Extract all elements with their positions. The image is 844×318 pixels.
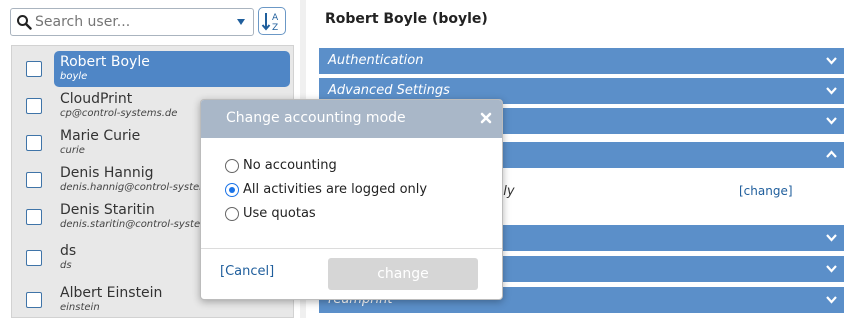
svg-text:Z: Z [272,23,278,33]
section-authentication[interactable]: Authentication [319,48,844,74]
radio-button-checked[interactable] [225,183,239,197]
search-input[interactable] [35,12,225,32]
chevron-down-icon [826,265,837,273]
user-name: Albert Einstein [60,285,163,301]
option-label: All activities are logged only [243,182,428,197]
user-checkbox[interactable] [26,250,42,266]
chevron-up-icon [826,150,837,158]
change-accounting-link[interactable]: [change] [739,184,793,198]
option-label: No accounting [243,158,337,173]
dialog-titlebar: Change accounting mode [201,100,502,138]
user-login: ds [60,260,72,271]
search-icon [17,15,32,30]
chevron-down-icon [826,296,837,304]
radio-button[interactable] [225,159,239,173]
chevron-down-icon [826,117,837,125]
user-row[interactable]: Robert Boyle boyle [12,50,293,87]
radio-button[interactable] [225,207,239,221]
sort-az-button[interactable]: A Z [258,7,286,35]
user-checkbox[interactable] [26,135,42,151]
chevron-down-icon [826,234,837,242]
user-name: CloudPrint [60,91,133,107]
sort-az-icon: A Z [261,13,279,33]
user-name: Denis Hannig [60,165,154,181]
section-label: Advanced Settings [328,83,450,98]
user-login: einstein [60,302,100,313]
user-login: cp@control-systems.de [60,108,178,119]
user-checkbox[interactable] [26,209,42,225]
change-accounting-dialog: Change accounting mode No accounting All… [200,99,503,300]
user-name: ds [60,243,77,259]
cancel-button[interactable]: [Cancel] [220,264,274,279]
user-checkbox[interactable] [26,98,42,114]
user-search-box[interactable] [10,8,254,36]
dialog-title: Change accounting mode [226,110,406,126]
change-button[interactable]: change [328,258,478,290]
user-login: boyle [60,71,88,82]
dropdown-caret-icon[interactable] [237,19,245,25]
dialog-divider [201,248,502,249]
section-label: Authentication [328,53,424,68]
user-name: Robert Boyle [60,54,150,70]
user-name: Denis Staritin [60,202,155,218]
user-checkbox[interactable] [26,61,42,77]
user-checkbox[interactable] [26,172,42,188]
svg-text:A: A [272,13,279,23]
chevron-down-icon [826,57,837,65]
user-login: curie [60,145,85,156]
option-label: Use quotas [243,206,316,221]
close-icon[interactable] [480,112,492,124]
user-detail-title: Robert Boyle (boyle) [325,11,488,27]
chevron-down-icon [826,87,837,95]
user-name: Marie Curie [60,128,141,144]
user-checkbox[interactable] [26,292,42,308]
